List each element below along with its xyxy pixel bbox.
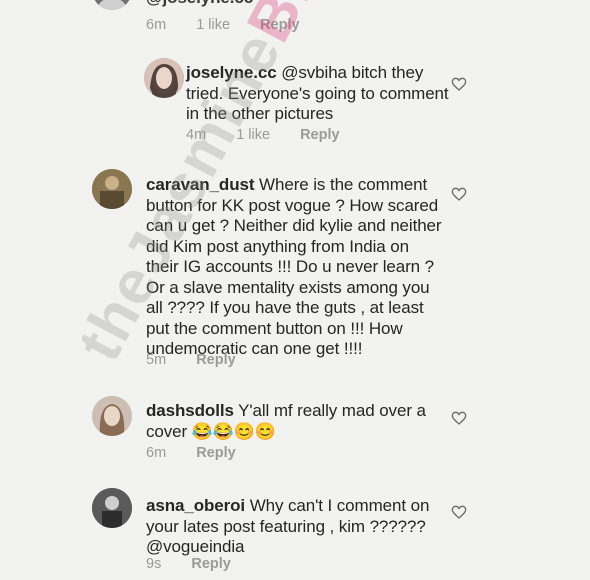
comment-likes[interactable]: 1 like [236,127,270,143]
heart-outline-icon[interactable] [451,410,467,426]
comment-meta: 5m Reply [146,352,262,368]
comment-body: joselyne.cc @svbiha bitch they tried. Ev… [186,63,451,125]
comment-username[interactable]: joselyne.cc [186,63,277,82]
comment-time: 4m [186,127,207,143]
comment-time: 6m [146,445,167,461]
reply-button[interactable]: Reply [260,17,300,33]
avatar[interactable] [92,488,132,528]
comment-time: 5m [146,352,167,368]
avatar[interactable] [92,169,132,209]
comment-username[interactable]: @joselyne.cc [146,0,253,9]
comment-username[interactable]: asna_oberoi [146,496,245,515]
comment-meta: 4m 1 like Reply [186,127,366,143]
avatar[interactable] [92,396,132,436]
comment-username[interactable]: dashsdolls [146,401,234,420]
reply-button[interactable]: Reply [196,352,236,368]
comment-time: 6m [146,17,167,33]
comment-body: asna_oberoi Why can't I comment on your … [146,496,446,558]
heart-outline-icon[interactable] [451,76,467,92]
avatar[interactable] [92,0,132,10]
comment-meta: 6m Reply [146,445,262,461]
comment-username[interactable]: caravan_dust [146,175,255,194]
reply-button[interactable]: Reply [300,127,340,143]
comment-meta: 9s Reply [146,556,257,572]
avatar[interactable] [144,58,184,98]
comment-text: Where is the comment button for KK post … [146,175,442,358]
comment-meta: 6m 1 like Reply [146,17,326,33]
comment-body: caravan_dust Where is the comment button… [146,175,446,360]
reply-button[interactable]: Reply [196,445,236,461]
heart-outline-icon[interactable] [451,504,467,520]
comment-likes[interactable]: 1 like [196,17,230,33]
comment-time: 9s [146,556,162,572]
reply-button[interactable]: Reply [191,556,231,572]
heart-outline-icon[interactable] [451,186,467,202]
comment-body: dashsdolls Y'all mf really mad over a co… [146,401,426,442]
